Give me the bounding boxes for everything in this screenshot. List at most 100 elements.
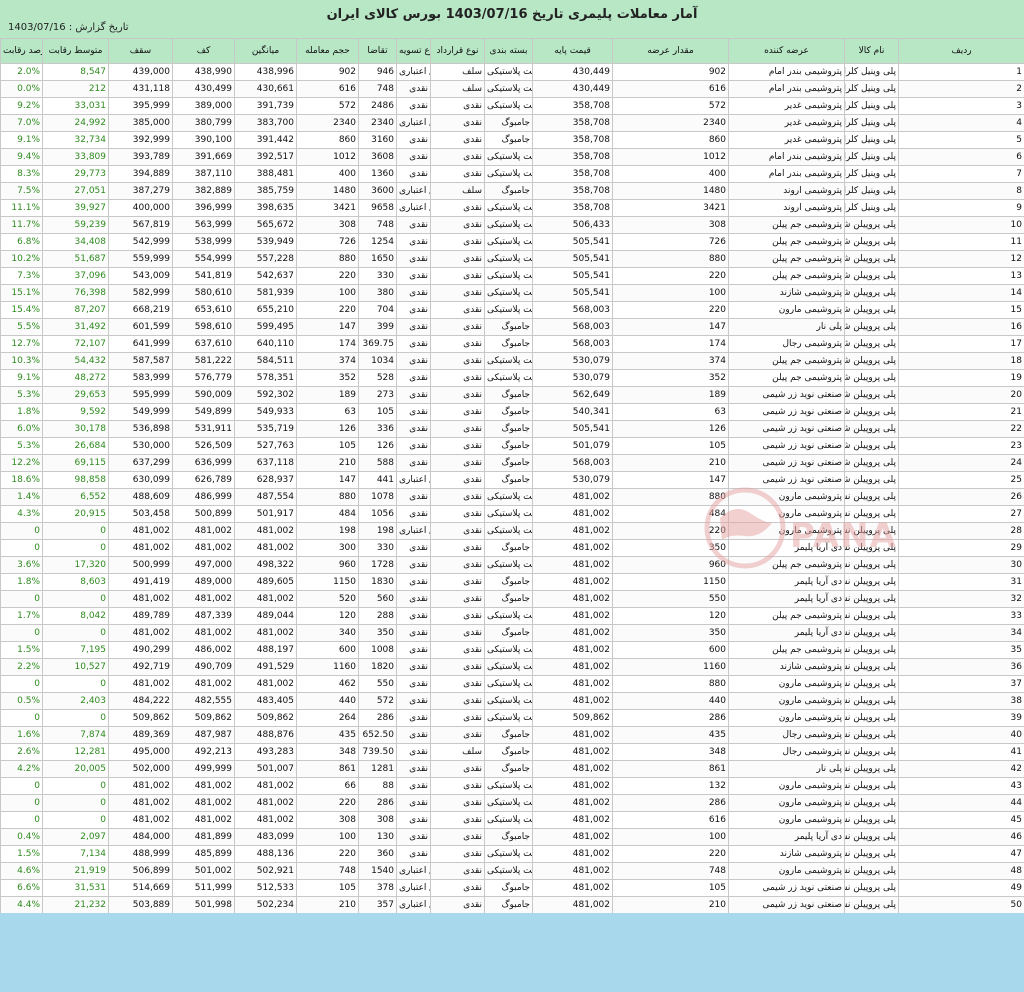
cell-supply: 220 xyxy=(612,522,729,540)
cell-ceiling: 394,889 xyxy=(108,165,173,183)
table-header-row: درصد رقابت متوسط رقابت سقف کف میانگین حج… xyxy=(0,38,1024,64)
cell-avg-competition: 34,408 xyxy=(42,233,109,251)
cell-floor: 389,000 xyxy=(172,97,235,115)
cell-average: 599,495 xyxy=(234,318,297,336)
cell-packaging: جامبوگ xyxy=(484,114,533,132)
cell-ceiling: 481,002 xyxy=(108,811,173,829)
cell-product: پلی پروپیلن شیمیایی ZH515MA xyxy=(844,437,899,455)
cell-demand: 2340 xyxy=(358,114,397,132)
table-row: 2.0%8,547439,000438,990438,996902946نقدی… xyxy=(0,63,1024,81)
cell-average: 539,949 xyxy=(234,233,297,251)
cell-ceiling: 543,009 xyxy=(108,267,173,285)
cell-avg-competition: 21,919 xyxy=(42,862,109,880)
cell-supplier: پتروشیمی مارون xyxy=(728,811,845,829)
col-header-base-price[interactable]: قیمت پایه xyxy=(532,38,613,64)
col-header-competition-pct[interactable]: درصد رقابت xyxy=(0,38,43,64)
col-header-volume[interactable]: حجم معامله xyxy=(296,38,359,64)
cell-row-number: 36 xyxy=(898,658,1024,676)
cell-contract: نقدی xyxy=(430,505,485,523)
cell-supplier: پتروشیمی اروند xyxy=(728,199,845,217)
col-header-average[interactable]: میانگین xyxy=(234,38,297,64)
cell-supply: 1012 xyxy=(612,148,729,166)
cell-supplier: پتروشیمی جم پیلن xyxy=(728,556,845,574)
cell-contract: سلف xyxy=(430,63,485,81)
cell-demand: 286 xyxy=(358,709,397,727)
cell-product: پلی پروپیلن شیمیایی RP345S xyxy=(844,369,899,387)
table-row: 7.5%27,051387,279382,889385,75914803600ن… xyxy=(0,182,1024,200)
cell-settlement: نقدی xyxy=(396,607,431,625)
cell-contract: نقدی xyxy=(430,114,485,132)
cell-base-price: 481,002 xyxy=(532,862,613,880)
cell-competition-pct: 0 xyxy=(0,675,43,693)
cell-volume: 374 xyxy=(296,352,359,370)
cell-ceiling: 506,899 xyxy=(108,862,173,880)
cell-packaging: جامبوگ xyxy=(484,318,533,336)
col-header-supplier[interactable]: عرضه کننده xyxy=(728,38,845,64)
cell-base-price: 481,002 xyxy=(532,845,613,863)
cell-demand: 572 xyxy=(358,692,397,710)
cell-product: پلی وینیل کلراید S65 xyxy=(844,114,899,132)
col-header-floor[interactable]: کف xyxy=(172,38,235,64)
cell-competition-pct: 15.4% xyxy=(0,301,43,319)
cell-avg-competition: 12,281 xyxy=(42,743,109,761)
cell-ceiling: 392,999 xyxy=(108,131,173,149)
cell-volume: 220 xyxy=(296,267,359,285)
col-header-settlement[interactable]: نوع تسویه xyxy=(396,38,431,64)
table-row: 3.6% 17,320 500,999 497,000 498,322 960 1728 نق… xyxy=(0,556,1024,574)
cell-avg-competition: 33,809 xyxy=(42,148,109,166)
cell-competition-pct: 1.6% xyxy=(0,726,43,744)
cell-floor: 501,998 xyxy=(172,896,235,913)
cell-competition-pct: 12.2% xyxy=(0,454,43,472)
cell-product: پلی پروپیلن نساجی HP552R xyxy=(844,641,899,659)
col-header-supply[interactable]: مقدار عرضه xyxy=(612,38,729,64)
cell-contract: نقدی xyxy=(430,675,485,693)
cell-average: 640,110 xyxy=(234,335,297,353)
cell-ceiling: 500,999 xyxy=(108,556,173,574)
cell-floor: 531,911 xyxy=(172,420,235,438)
cell-average: 502,234 xyxy=(234,896,297,913)
col-header-row-number[interactable]: ردیف xyxy=(898,38,1024,64)
cell-packaging: جامبوگ xyxy=(484,743,533,761)
cell-volume: 462 xyxy=(296,675,359,693)
col-header-contract[interactable]: نوع قرارداد xyxy=(430,38,485,64)
cell-row-number: 45 xyxy=(898,811,1024,829)
col-header-demand[interactable]: تقاضا xyxy=(358,38,397,64)
cell-demand: 308 xyxy=(358,811,397,829)
cell-product: پلی پروپیلن شیمیایی MR230C xyxy=(844,301,899,319)
cell-demand: 350 xyxy=(358,624,397,642)
col-header-product[interactable]: نام کالا xyxy=(844,38,899,64)
cell-competition-pct: 4.2% xyxy=(0,760,43,778)
cell-base-price: 505,541 xyxy=(532,233,613,251)
cell-product: پلی پروپیلن شیمیایی ZB332C xyxy=(844,386,899,404)
cell-packaging: پالت پلاستیکی xyxy=(484,301,533,319)
cell-supplier: پتروشیمی مارون xyxy=(728,675,845,693)
cell-supply: 748 xyxy=(612,862,729,880)
col-header-packaging[interactable]: بسته بندی xyxy=(484,38,533,64)
cell-supply: 105 xyxy=(612,437,729,455)
table-body: 2.0%8,547439,000438,990438,996902946نقدی… xyxy=(0,63,1024,913)
cell-supplier: پتروشیمی رجال xyxy=(728,743,845,761)
cell-ceiling: 495,000 xyxy=(108,743,173,761)
cell-ceiling: 395,999 xyxy=(108,97,173,115)
cell-avg-competition: 20,915 xyxy=(42,505,109,523)
cell-volume: 174 xyxy=(296,335,359,353)
cell-row-number: 21 xyxy=(898,403,1024,421)
cell-product: پلی پروپیلن نساجی HP552R xyxy=(844,624,899,642)
cell-base-price: 481,002 xyxy=(532,760,613,778)
col-header-ceiling[interactable]: سقف xyxy=(108,38,173,64)
cell-average: 491,529 xyxy=(234,658,297,676)
table-row: 1.5% 7,195 490,299 486,002 488,197 600 1008 نقد… xyxy=(0,641,1024,659)
cell-avg-competition: 7,195 xyxy=(42,641,109,659)
cell-settlement: نقدی xyxy=(396,692,431,710)
cell-avg-competition: 87,207 xyxy=(42,301,109,319)
cell-competition-pct: 9.1% xyxy=(0,131,43,149)
cell-product: پلی پروپیلن نساجی ZH550J xyxy=(844,896,899,913)
cell-competition-pct: 0 xyxy=(0,624,43,642)
cell-supply: 120 xyxy=(612,607,729,625)
cell-settlement: نقدی xyxy=(396,403,431,421)
cell-supply: 132 xyxy=(612,777,729,795)
cell-settlement: نقدی xyxy=(396,165,431,183)
cell-demand: 380 xyxy=(358,284,397,302)
col-header-avg-competition[interactable]: متوسط رقابت xyxy=(42,38,109,64)
cell-product: پلی وینیل کلراید S65 xyxy=(844,148,899,166)
